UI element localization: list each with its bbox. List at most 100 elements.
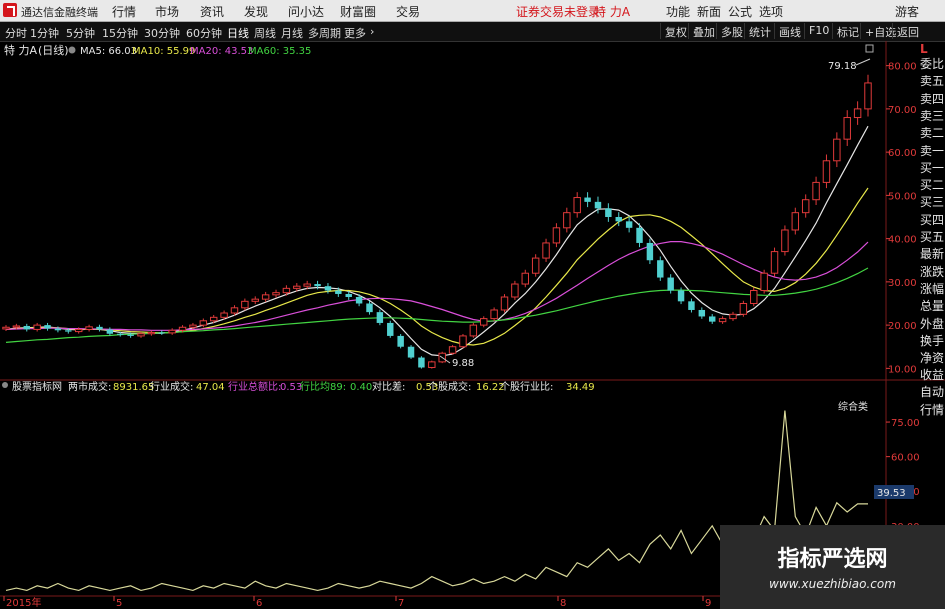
tab-5min[interactable]: 5分钟	[66, 25, 95, 41]
overlay-button[interactable]: 叠加	[688, 23, 719, 39]
candle	[791, 207, 800, 235]
candle	[500, 294, 509, 313]
candle	[147, 330, 156, 336]
menu-trade[interactable]: 交易	[396, 3, 420, 20]
candle	[85, 324, 93, 332]
candle	[531, 254, 540, 277]
candle	[407, 345, 415, 359]
side-item-lower[interactable]: 自动	[920, 385, 944, 399]
candle	[106, 327, 114, 336]
candle	[812, 176, 820, 205]
candle	[552, 223, 561, 248]
side-item-lower[interactable]: 行情	[920, 403, 944, 417]
f10-button[interactable]: F10	[804, 23, 833, 39]
side-item: 外盘	[920, 316, 945, 331]
candle	[729, 311, 737, 321]
menu-caifuquan[interactable]: 财富圈	[340, 3, 376, 20]
candle	[718, 316, 727, 324]
side-item: 换手	[920, 333, 945, 348]
indicator-tick-label: 75.00	[891, 418, 920, 429]
chevron-right-icon[interactable]: ›	[370, 25, 374, 38]
price-tick-label: 70.00	[888, 105, 917, 116]
draw-line-button[interactable]: 画线	[774, 23, 805, 39]
indicator-label: 股票指标网	[12, 381, 62, 393]
tab-60min[interactable]: 60分钟	[186, 25, 222, 41]
indicator-settings-icon[interactable]	[2, 382, 8, 388]
menu-market[interactable]: 市场	[155, 3, 179, 20]
price-tick-label: 60.00	[888, 148, 917, 159]
tab-1min[interactable]: 1分钟	[30, 25, 59, 41]
user-label[interactable]: 游客	[895, 3, 919, 20]
tab-monthly[interactable]: 月线	[281, 25, 303, 41]
menu-new-page[interactable]: 新面	[697, 3, 721, 20]
watermark-title: 指标严选网	[777, 547, 888, 572]
candle	[801, 194, 810, 218]
ma-line-ma10	[5, 187, 869, 346]
stock-title: 特 力A	[4, 43, 37, 57]
maximize-icon[interactable]	[865, 44, 874, 53]
price-tick-label: 10.00	[888, 364, 917, 375]
side-top-label: L	[920, 42, 928, 56]
high-price-label: 79.18	[828, 61, 857, 72]
price-tick-label: 40.00	[888, 235, 917, 246]
tab-15min[interactable]: 15分钟	[102, 25, 138, 41]
candle	[833, 132, 841, 168]
candle	[781, 225, 789, 256]
tab-more[interactable]: 更多	[344, 25, 366, 41]
indicator-value: 0.40	[350, 382, 372, 393]
candle	[698, 307, 706, 319]
menu-hq[interactable]: 行情	[112, 3, 136, 20]
candle	[822, 154, 831, 189]
ma5-label: MA5: 66.03	[80, 46, 137, 57]
date-tick-label: 7	[398, 598, 404, 609]
high-pointer	[855, 58, 871, 66]
side-item: 卖四	[920, 91, 945, 106]
tab-daily[interactable]: 日线	[227, 25, 249, 41]
date-tick-label: 6	[256, 598, 262, 609]
side-item: 买五	[920, 230, 945, 244]
tab-fenshi[interactable]: 分时	[5, 25, 27, 41]
candle	[688, 298, 695, 313]
low-price-label: 9.88	[452, 358, 474, 369]
candle	[168, 328, 176, 335]
menu-formula[interactable]: 公式	[728, 3, 752, 20]
side-item: 净资	[920, 351, 945, 366]
menu-function[interactable]: 功能	[666, 3, 690, 20]
tab-30min[interactable]: 30分钟	[144, 25, 180, 41]
multi-stock-button[interactable]: 多股	[716, 23, 747, 39]
ma60-label: MA60: 35.35	[248, 46, 311, 57]
period-toolbar: 分时 1分钟 5分钟 15分钟 30分钟 60分钟 日线 周线 月线 多周期 更…	[0, 22, 945, 42]
candle	[853, 101, 862, 125]
stock-name-title: 特 力A	[594, 5, 631, 19]
candlestick-chart[interactable]: 80.00 70.00 60.00 50.00 40.00 30.00 20.00 10.00…	[0, 41, 945, 381]
settings-dot-icon[interactable]	[68, 46, 76, 54]
candle	[708, 314, 716, 324]
side-item: 涨跌	[920, 264, 945, 279]
indicator-tick-label: 60.00	[891, 453, 920, 464]
candle	[376, 309, 384, 326]
login-warning[interactable]: 证券交易未登录	[516, 3, 600, 20]
tab-multi-period[interactable]: 多周期	[308, 25, 341, 41]
quote-side-panel: L 委比 卖五 卖四 卖三 卖二 卖一 买一 买二 买三 买四 买五 最新 涨跌 涨幅 总量 外盘 换手 净资 收益	[917, 41, 945, 382]
side-item: 卖二	[920, 126, 945, 141]
candle	[843, 110, 851, 146]
candle	[44, 322, 51, 331]
menu-wenxiaoda[interactable]: 问小达	[288, 3, 324, 20]
candle	[511, 280, 519, 300]
ma20-label: MA20: 43.53	[190, 46, 253, 57]
price-tick-label: 30.00	[888, 278, 917, 289]
price-tick-label: 50.00	[888, 191, 917, 202]
menu-news[interactable]: 资讯	[200, 3, 224, 20]
stats-button[interactable]: 统计	[744, 23, 775, 39]
menu-options[interactable]: 选项	[759, 3, 783, 20]
fuquan-button[interactable]: 复权	[660, 23, 691, 39]
period-label: (日线)	[38, 43, 69, 57]
back-button[interactable]: 返回	[892, 23, 923, 39]
tab-weekly[interactable]: 周线	[254, 25, 276, 41]
indicator-label: 个股成交:	[428, 381, 471, 393]
side-item: 卖三	[920, 108, 945, 123]
menu-discover[interactable]: 发现	[244, 3, 268, 20]
candle	[584, 192, 591, 208]
current-value-label: 39.53	[877, 488, 906, 499]
mark-button[interactable]: 标记	[832, 23, 863, 39]
